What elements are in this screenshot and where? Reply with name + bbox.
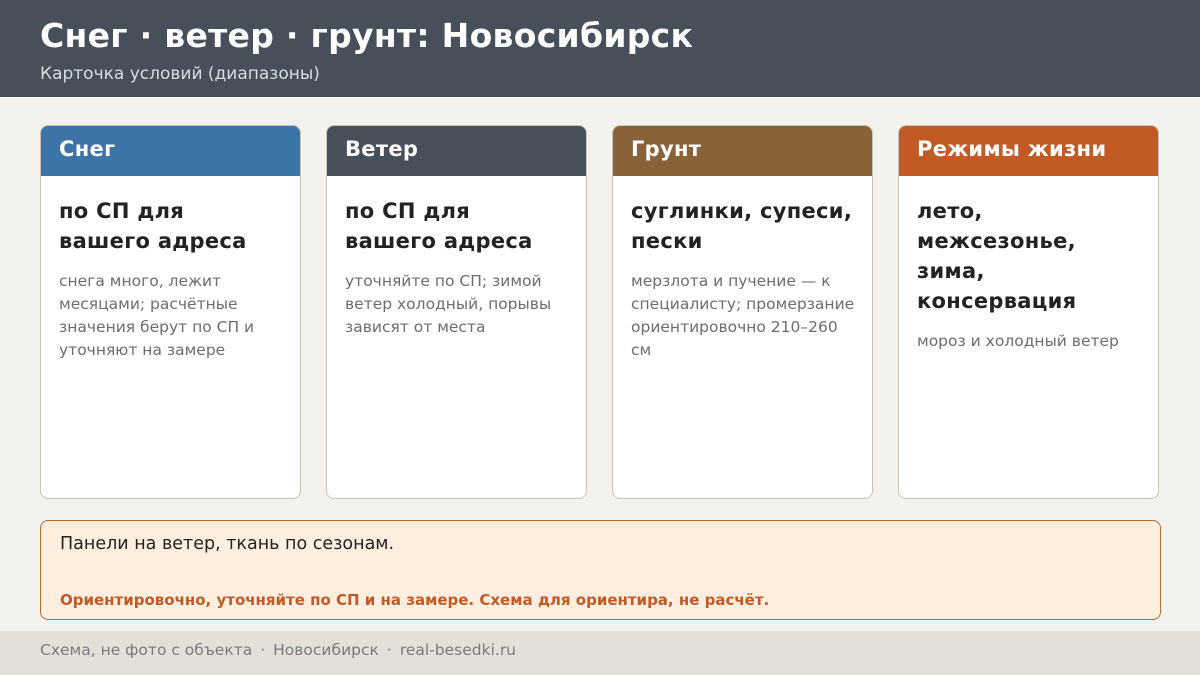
card-heading: Режимы жизни	[899, 126, 1158, 176]
footer-city: Новосибирск	[273, 641, 379, 659]
disclaimer-text: Ориентировочно, уточняйте по СП и на зам…	[60, 591, 770, 609]
card-note-text: уточняйте по СП; зимой ветер холодный, п…	[345, 272, 552, 336]
card-main-text: суглинки, супеси, пески	[631, 199, 853, 253]
card-snow: Снег по СП для вашего адреса снега много…	[40, 125, 301, 499]
card-soil: Грунт суглинки, супеси, пески мерзлота и…	[612, 125, 873, 499]
footer-site-link[interactable]: real-besedki.ru	[400, 641, 516, 659]
recommendation-text: Панели на ветер, ткань по сезонам.	[60, 534, 395, 554]
footer-text: Схема, не фото с объекта · Новосибирск · rea…	[40, 641, 516, 659]
header-bar: Снег · ветер · грунт: Новосибирск Карточ…	[0, 0, 1200, 97]
footer-separator: ·	[260, 641, 266, 659]
card-main-text: по СП для вашего адреса	[59, 199, 247, 253]
card-note-text: мерзлота и пучение — к специалисту; пром…	[631, 272, 855, 359]
card-heading: Ветер	[327, 126, 586, 176]
card-note-text: мороз и холодный ветер	[917, 332, 1119, 350]
recommendation-box: Панели на ветер, ткань по сезонам. Ориен…	[40, 520, 1161, 620]
card-main-text: по СП для вашего адреса	[345, 199, 533, 253]
page-title: Снег · ветер · грунт: Новосибирск	[40, 16, 694, 55]
card-heading: Снег	[41, 126, 300, 176]
card-main-text: лето, межсезонье, зима, консервация	[917, 199, 1077, 313]
page-subtitle: Карточка условий (диапазоны)	[40, 64, 320, 84]
card-heading: Грунт	[613, 126, 872, 176]
card-modes: Режимы жизни лето, межсезонье, зима, кон…	[898, 125, 1159, 499]
card-wind: Ветер по СП для вашего адреса уточняйте …	[326, 125, 587, 499]
footer-separator: ·	[386, 641, 392, 659]
card-note-text: снега много, лежит месяцами; расчётные з…	[59, 272, 255, 359]
footer-bar: Схема, не фото с объекта · Новосибирск · rea…	[0, 631, 1200, 675]
footer-caption: Схема, не фото с объекта	[40, 641, 253, 659]
